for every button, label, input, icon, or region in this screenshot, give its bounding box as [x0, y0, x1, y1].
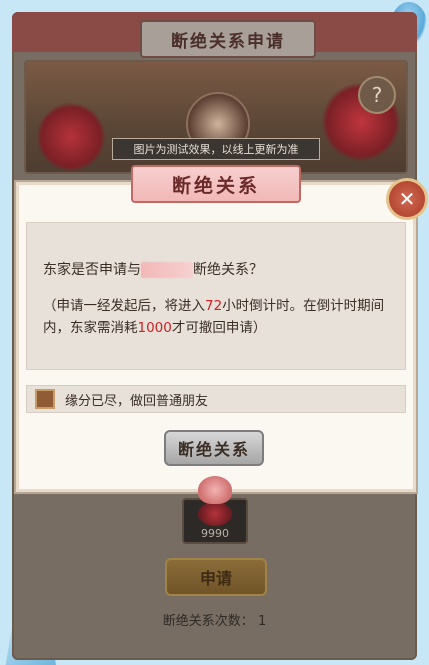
confirmation-question: 东家是否申请与 断绝关系？: [43, 259, 263, 279]
note-hours: 72: [205, 298, 223, 314]
help-icon[interactable]: ?: [358, 76, 396, 114]
apply-button[interactable]: 申请: [165, 558, 267, 596]
break-count-label: 断绝关系次数：: [162, 614, 254, 629]
red-flower-left-icon: [36, 102, 106, 172]
break-relationship-button[interactable]: 断绝关系: [164, 430, 264, 466]
confirmation-message-box: 东家是否申请与 断绝关系？ （申请一经发起后，将进入72小时倒计时。在倒计时期间内…: [26, 222, 406, 370]
reason-checkbox[interactable]: [35, 389, 55, 409]
question-prefix: 东家是否申请与: [43, 262, 141, 278]
close-icon: ✕: [398, 187, 416, 211]
close-button[interactable]: ✕: [386, 178, 428, 220]
background-window-title: 断绝关系申请: [140, 20, 316, 58]
reason-checkbox-label: 缘分已尽，做回普通朋友: [65, 393, 209, 409]
modal-title: 断绝关系: [131, 165, 301, 203]
break-count-value: 1: [257, 614, 267, 629]
item-slot[interactable]: 9990: [182, 498, 248, 544]
note-cost: 1000: [137, 320, 172, 336]
red-flower-item-icon: [198, 502, 232, 526]
masked-player-name: [141, 262, 193, 278]
countdown-note: （申请一经发起后，将进入72小时倒计时。在倒计时期间内，东家需消耗1000才可撤…: [43, 295, 393, 339]
image-caption: 图片为测试效果，以线上更新为准: [112, 138, 320, 160]
decorative-knot-icon: [198, 476, 232, 504]
note-part3: 才可撤回申请）: [171, 320, 267, 336]
question-suffix: 断绝关系？: [193, 262, 263, 278]
reason-checkbox-row[interactable]: 缘分已尽，做回普通朋友: [26, 385, 406, 413]
note-part1: （申请一经发起后，将进入: [43, 298, 205, 314]
break-count-row: 断绝关系次数： 1: [0, 610, 429, 629]
item-count: 9990: [201, 527, 229, 540]
